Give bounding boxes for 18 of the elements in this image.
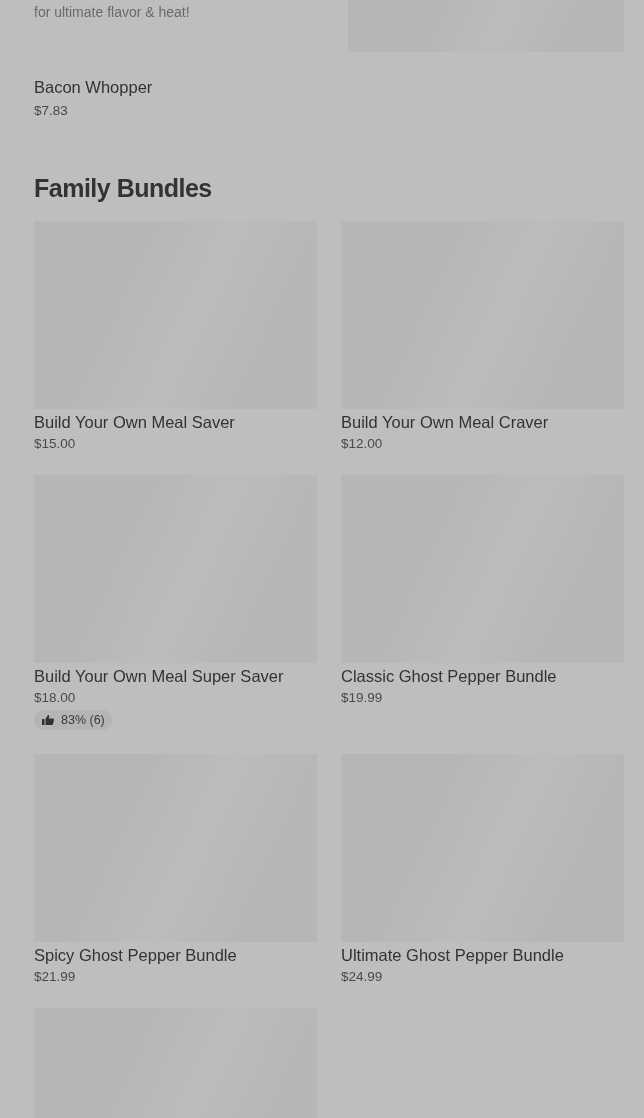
item-name[interactable]: Classic Ghost Pepper Bundle xyxy=(341,667,624,686)
item-name[interactable]: Build Your Own Meal Saver xyxy=(34,413,317,432)
item-price: $18.00 xyxy=(34,690,77,705)
item-name[interactable]: Build Your Own Meal Craver xyxy=(341,413,624,432)
item-price: $7.83 xyxy=(34,103,69,118)
rating-text: 83% (6) xyxy=(61,713,105,727)
item-price: $15.00 xyxy=(34,436,77,451)
item-price: $19.99 xyxy=(341,690,384,705)
item-name[interactable]: Spicy Ghost Pepper Bundle xyxy=(34,946,317,965)
item-description: for ultimate flavor & heat! xyxy=(34,4,191,20)
thumbs-up-icon xyxy=(42,714,54,726)
item-price: $21.99 xyxy=(34,969,77,984)
item-name[interactable]: Bacon Whopper xyxy=(34,78,624,97)
item-price: $24.99 xyxy=(341,969,384,984)
item-name[interactable]: Ultimate Ghost Pepper Bundle xyxy=(341,946,624,965)
item-price: $12.00 xyxy=(341,436,384,451)
item-name[interactable]: Build Your Own Meal Super Saver xyxy=(34,667,317,686)
section-title: Family Bundles xyxy=(34,174,213,203)
